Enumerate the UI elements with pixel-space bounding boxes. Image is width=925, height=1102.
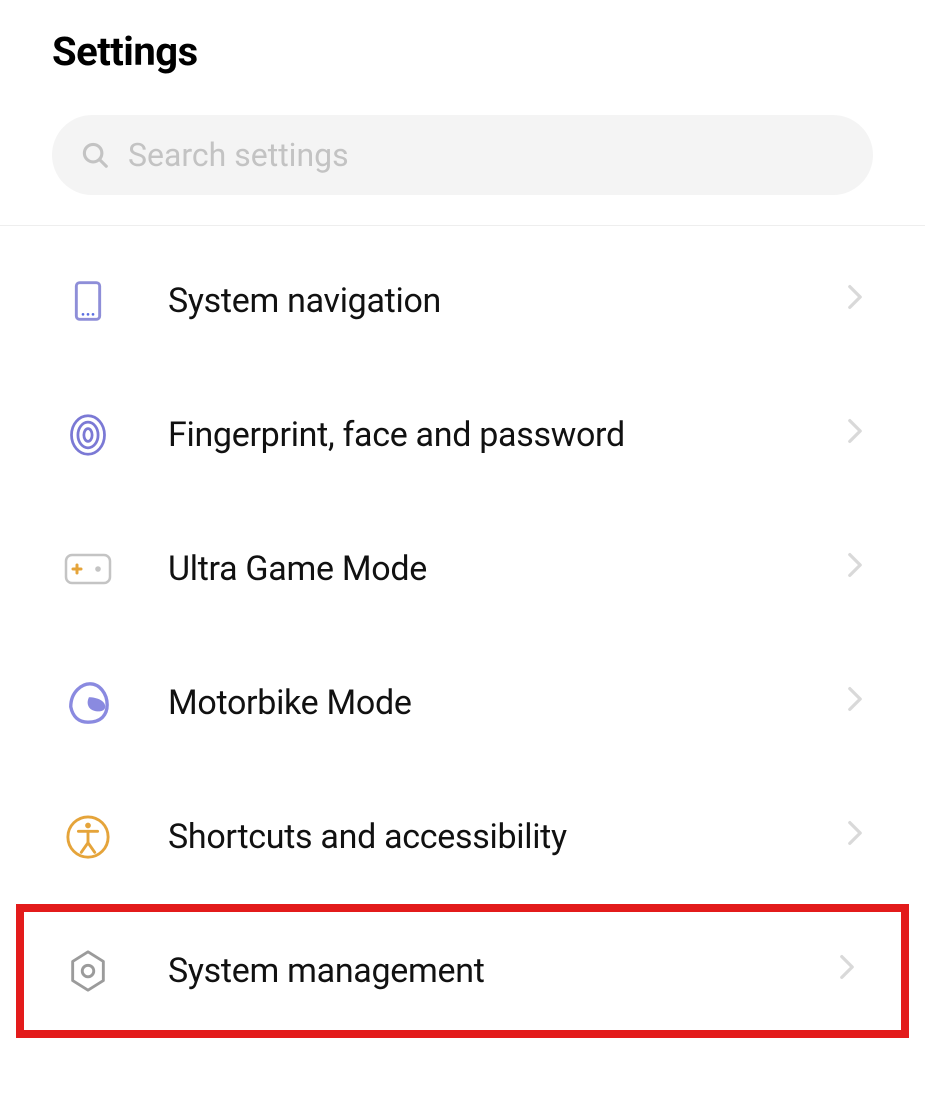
chevron-right-icon <box>847 418 869 452</box>
header: Settings <box>0 0 925 115</box>
phone-icon <box>64 277 112 325</box>
accessibility-icon <box>64 813 112 861</box>
gear-hex-icon <box>64 947 112 995</box>
item-label: Shortcuts and accessibility <box>168 817 791 857</box>
search-field[interactable] <box>52 115 873 195</box>
search-input[interactable] <box>126 135 845 175</box>
page-title: Settings <box>52 28 873 75</box>
highlight-box: System management <box>16 904 909 1038</box>
item-system-navigation[interactable]: System navigation <box>0 234 925 368</box>
item-fingerprint[interactable]: Fingerprint, face and password <box>0 368 925 502</box>
chevron-right-icon <box>847 820 869 854</box>
search-icon <box>80 140 110 170</box>
item-shortcuts-accessibility[interactable]: Shortcuts and accessibility <box>0 770 925 904</box>
chevron-right-icon <box>839 954 861 988</box>
item-system-management[interactable]: System management <box>24 912 901 1030</box>
gamepad-icon <box>64 545 112 593</box>
item-ultra-game-mode[interactable]: Ultra Game Mode <box>0 502 925 636</box>
fingerprint-icon <box>64 411 112 459</box>
item-label: Fingerprint, face and password <box>168 415 791 455</box>
settings-list: System navigation Fingerprint, face and … <box>0 226 925 1038</box>
search-container <box>0 115 925 225</box>
chevron-right-icon <box>847 552 869 586</box>
item-label: Ultra Game Mode <box>168 549 791 589</box>
chevron-right-icon <box>847 284 869 318</box>
item-label: System management <box>168 951 783 991</box>
helmet-icon <box>64 679 112 727</box>
chevron-right-icon <box>847 686 869 720</box>
item-label: Motorbike Mode <box>168 683 791 723</box>
item-motorbike-mode[interactable]: Motorbike Mode <box>0 636 925 770</box>
item-label: System navigation <box>168 281 791 321</box>
